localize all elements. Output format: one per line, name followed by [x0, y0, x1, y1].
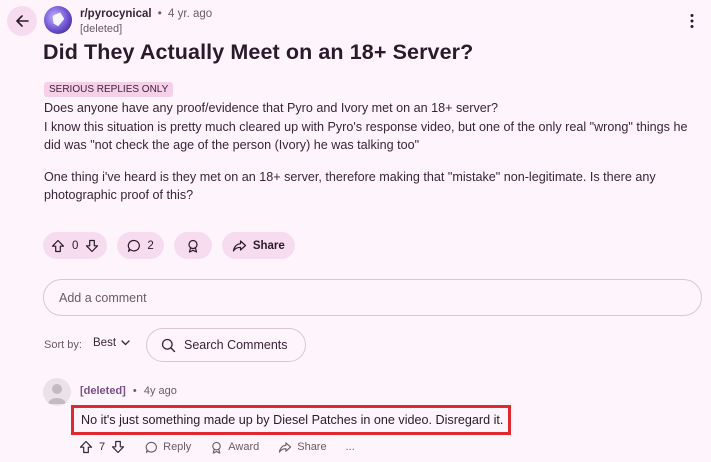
back-arrow-icon: [16, 15, 29, 27]
comment-more-label: ...: [345, 441, 355, 453]
post-meta: r/pyrocynical • 4 yr. ago: [80, 8, 213, 20]
comment-meta: [deleted] • 4y ago: [80, 385, 177, 397]
chevron-down-icon: [121, 340, 130, 346]
post-title: Did They Actually Meet on an 18+ Server?: [43, 40, 474, 64]
post-body-paragraph: One thing i've heard is they met on an 1…: [44, 169, 656, 203]
back-button[interactable]: [7, 6, 37, 36]
comment-award-button[interactable]: Award: [210, 441, 259, 454]
post-actions: 0 2 Share: [43, 232, 295, 259]
add-comment-input[interactable]: Add a comment: [43, 279, 702, 316]
award-button[interactable]: [173, 232, 212, 259]
comment-bubble-icon: [145, 441, 158, 453]
comment-text: No it's just something made up by Diesel…: [81, 413, 504, 427]
post-body-paragraph: Does anyone have any proof/evidence that…: [44, 101, 499, 115]
post-author: [deleted]: [80, 23, 123, 35]
share-label: Share: [252, 239, 285, 252]
post-flair[interactable]: SERIOUS REPLIES ONLY: [44, 82, 174, 97]
search-comments-label: Search Comments: [184, 338, 288, 352]
downvote-icon[interactable]: [85, 239, 99, 253]
share-button[interactable]: Share: [221, 232, 295, 259]
comment-count: 2: [147, 239, 154, 252]
kebab-menu-icon: [690, 14, 694, 28]
vote-pill: 0: [43, 232, 108, 259]
post-body: Does anyone have any proof/evidence that…: [44, 99, 699, 205]
share-icon: [232, 239, 246, 252]
comment-share-button[interactable]: Share: [278, 441, 327, 454]
comment-share-label: Share: [297, 441, 327, 453]
upvote-icon[interactable]: [79, 440, 93, 454]
search-comments-button[interactable]: Search Comments: [146, 328, 306, 362]
sort-value: Best: [93, 337, 117, 349]
downvote-icon[interactable]: [111, 440, 125, 454]
share-icon: [279, 441, 292, 453]
more-options-button[interactable]: [685, 12, 699, 30]
comment-actions: 7 Reply Award Share ...: [79, 440, 374, 454]
comment-bubble-icon: [128, 239, 141, 252]
comments-button[interactable]: 2: [117, 232, 164, 259]
reply-button[interactable]: Reply: [145, 441, 191, 454]
subreddit-avatar[interactable]: [44, 6, 72, 34]
award-icon: [212, 441, 222, 454]
comment-vote: 7: [79, 440, 125, 454]
post-body-paragraph: I know this situation is pretty much cle…: [44, 119, 688, 153]
comment-age: 4y ago: [143, 385, 177, 397]
upvote-icon[interactable]: [51, 239, 65, 253]
post-vote-count: 0: [72, 239, 79, 252]
comment-vote-count: 7: [99, 441, 106, 453]
sort-label: Sort by:: [44, 339, 82, 351]
subreddit-name[interactable]: r/pyrocynical: [80, 8, 152, 20]
reply-label: Reply: [163, 441, 192, 453]
search-icon: [161, 338, 176, 352]
avatar: [43, 378, 71, 406]
award-label: Award: [228, 441, 260, 453]
comment-more-button[interactable]: ...: [346, 441, 355, 453]
post-age: 4 yr. ago: [168, 8, 213, 20]
highlighted-comment-box: No it's just something made up by Diesel…: [71, 405, 511, 435]
sort-dropdown[interactable]: Best: [93, 337, 130, 349]
comment-author[interactable]: [deleted]: [80, 385, 126, 397]
award-icon: [188, 239, 198, 253]
